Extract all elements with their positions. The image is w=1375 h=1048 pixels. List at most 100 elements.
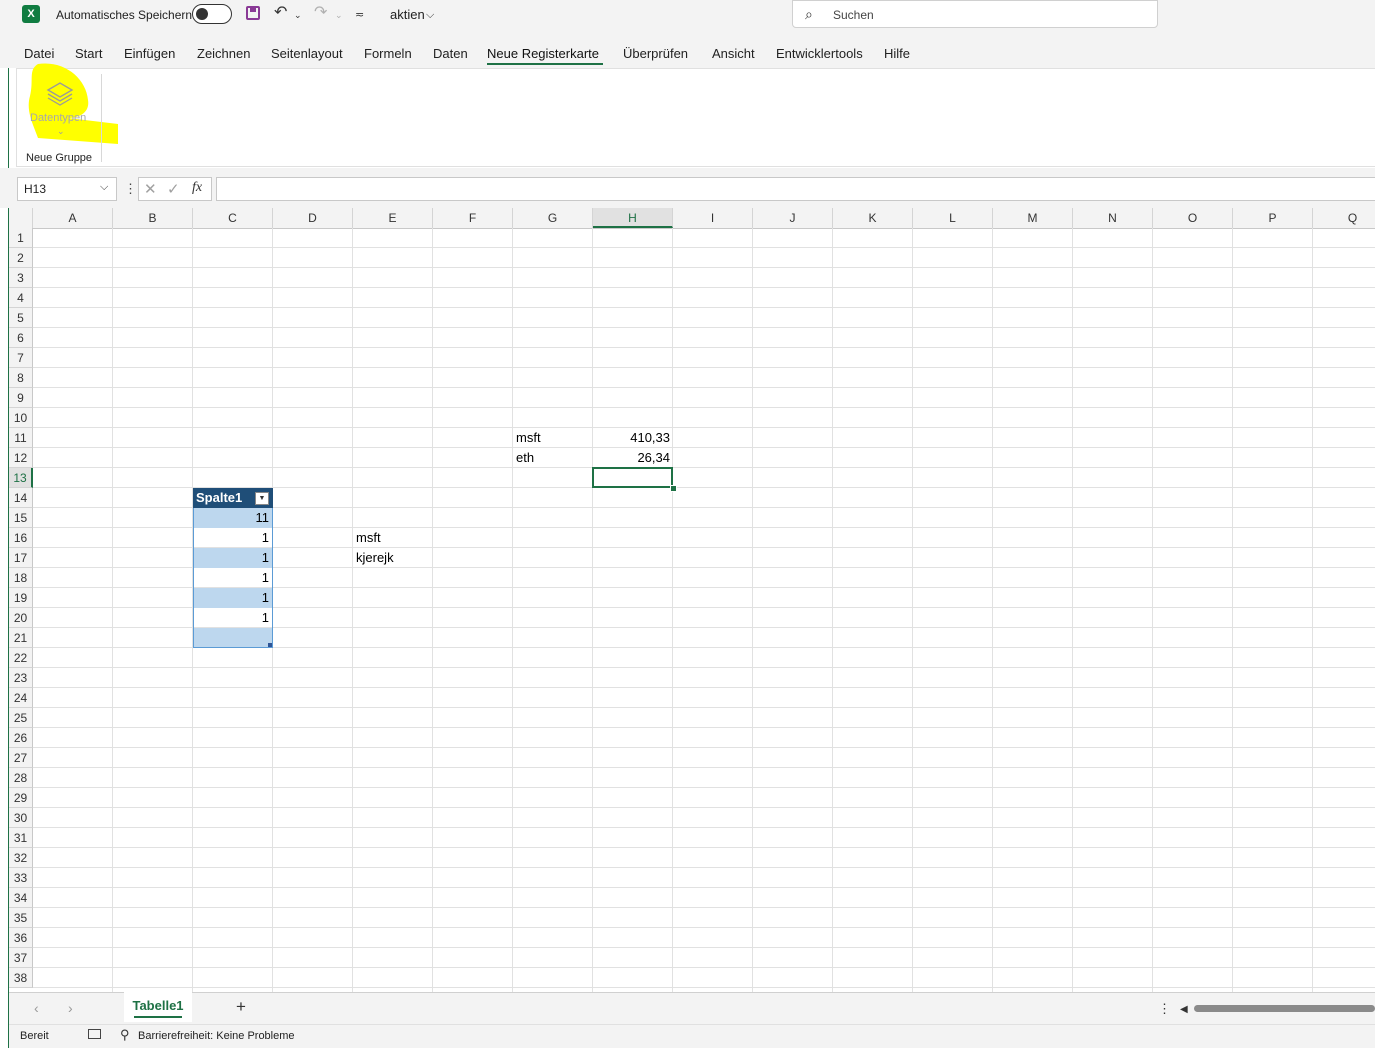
row-header-24[interactable]: 24 <box>9 688 33 708</box>
select-all-corner[interactable] <box>9 208 33 228</box>
table-filter-dropdown-icon[interactable]: ▼ <box>255 492 269 505</box>
row-header-26[interactable]: 26 <box>9 728 33 748</box>
workbook-name-chevron-icon[interactable]: ⌵ <box>426 7 434 23</box>
row-header-21[interactable]: 21 <box>9 628 33 648</box>
autosave-toggle[interactable] <box>192 4 232 24</box>
column-header-q[interactable]: Q <box>1313 208 1375 228</box>
prev-sheet-icon[interactable]: ‹ <box>34 1000 39 1016</box>
undo-dropdown-chevron-icon[interactable]: ⌄ <box>294 7 302 23</box>
horizontal-scrollbar[interactable] <box>1194 1005 1375 1012</box>
row-header-11[interactable]: 11 <box>9 428 33 448</box>
cell-e17[interactable]: kjerejk <box>353 548 433 568</box>
menu-einfuegen[interactable]: Einfügen <box>124 46 175 61</box>
menu-entwicklertools[interactable]: Entwicklertools <box>776 46 863 61</box>
row-header-32[interactable]: 32 <box>9 848 33 868</box>
worksheet-grid[interactable]: ABCDEFGHIJKLMNOPQ 1 2 3 4 5 6 7 8 9 10 11 12 13 14 15 1… <box>9 208 1375 992</box>
menu-ansicht[interactable]: Ansicht <box>712 46 755 61</box>
table-row[interactable]: 1 <box>193 608 273 628</box>
formula-input[interactable] <box>216 177 1375 201</box>
row-header-1[interactable]: 1 <box>9 228 33 248</box>
save-icon[interactable] <box>246 6 260 20</box>
row-header-5[interactable]: 5 <box>9 308 33 328</box>
next-sheet-icon[interactable]: › <box>68 1000 73 1016</box>
column-header-i[interactable]: I <box>673 208 753 228</box>
menu-hilfe[interactable]: Hilfe <box>884 46 910 61</box>
row-header-17[interactable]: 17 <box>9 548 33 568</box>
table-resize-handle[interactable] <box>268 643 272 647</box>
column-header-m[interactable]: M <box>993 208 1073 228</box>
row-header-36[interactable]: 36 <box>9 928 33 948</box>
row-header-25[interactable]: 25 <box>9 708 33 728</box>
formula-bar-options-icon[interactable]: ⋮ <box>124 181 137 197</box>
column-header-f[interactable]: F <box>433 208 513 228</box>
row-header-10[interactable]: 10 <box>9 408 33 428</box>
column-header-o[interactable]: O <box>1153 208 1233 228</box>
table-row[interactable]: 11 <box>193 508 273 528</box>
row-header-20[interactable]: 20 <box>9 608 33 628</box>
row-header-9[interactable]: 9 <box>9 388 33 408</box>
row-header-16[interactable]: 16 <box>9 528 33 548</box>
row-header-28[interactable]: 28 <box>9 768 33 788</box>
undo-icon[interactable]: ↶ <box>274 5 287 21</box>
table-row[interactable]: 1 <box>193 548 273 568</box>
accessibility-icon[interactable]: ⚲ <box>120 1027 130 1043</box>
row-header-4[interactable]: 4 <box>9 288 33 308</box>
column-header-d[interactable]: D <box>273 208 353 228</box>
column-header-k[interactable]: K <box>833 208 913 228</box>
cell-h12[interactable]: 26,34 <box>593 448 673 468</box>
menu-neue-registerkarte[interactable]: Neue Registerkarte <box>487 46 599 61</box>
cell-g12[interactable]: eth <box>513 448 593 468</box>
enter-icon[interactable]: ✓ <box>167 180 180 198</box>
customize-quick-access-icon[interactable]: ≂ <box>355 7 364 23</box>
menu-ueberpruefen[interactable]: Überprüfen <box>623 46 688 61</box>
insert-function-icon[interactable]: fx <box>192 180 202 196</box>
row-header-38[interactable]: 38 <box>9 968 33 988</box>
table-row[interactable]: 1 <box>193 588 273 608</box>
cell-e16[interactable]: msft <box>353 528 433 548</box>
row-header-15[interactable]: 15 <box>9 508 33 528</box>
row-header-23[interactable]: 23 <box>9 668 33 688</box>
table-row[interactable]: 1 <box>193 568 273 588</box>
row-header-34[interactable]: 34 <box>9 888 33 908</box>
row-header-13[interactable]: 13 <box>9 468 33 488</box>
menu-formeln[interactable]: Formeln <box>364 46 412 61</box>
row-header-37[interactable]: 37 <box>9 948 33 968</box>
redo-dropdown-chevron-icon[interactable]: ⌄ <box>335 7 343 23</box>
row-header-12[interactable]: 12 <box>9 448 33 468</box>
add-sheet-button[interactable]: + <box>236 998 246 1015</box>
macro-recording-icon[interactable] <box>88 1029 101 1039</box>
accessibility-status[interactable]: Barrierefreiheit: Keine Probleme <box>138 1030 295 1043</box>
fill-handle[interactable] <box>670 485 677 492</box>
column-header-b[interactable]: B <box>113 208 193 228</box>
row-header-6[interactable]: 6 <box>9 328 33 348</box>
row-header-14[interactable]: 14 <box>9 488 33 508</box>
row-header-2[interactable]: 2 <box>9 248 33 268</box>
row-header-19[interactable]: 19 <box>9 588 33 608</box>
row-header-7[interactable]: 7 <box>9 348 33 368</box>
column-header-g[interactable]: G <box>513 208 593 228</box>
redo-icon[interactable]: ↷ <box>314 5 327 21</box>
column-header-c[interactable]: C <box>193 208 273 228</box>
workbook-name[interactable]: aktien <box>390 8 425 22</box>
scroll-left-icon[interactable]: ◀ <box>1180 1002 1188 1018</box>
menu-zeichnen[interactable]: Zeichnen <box>197 46 250 61</box>
cancel-icon[interactable]: ✕ <box>144 180 157 198</box>
name-box-chevron-icon[interactable]: ⌵ <box>100 181 108 194</box>
row-header-8[interactable]: 8 <box>9 368 33 388</box>
column-header-a[interactable]: A <box>33 208 113 228</box>
menu-daten[interactable]: Daten <box>433 46 468 61</box>
column-header-j[interactable]: J <box>753 208 833 228</box>
table-row[interactable] <box>193 628 273 648</box>
column-header-h[interactable]: H <box>593 208 673 228</box>
row-header-18[interactable]: 18 <box>9 568 33 588</box>
column-header-e[interactable]: E <box>353 208 433 228</box>
tab-options-icon[interactable]: ⋮ <box>1158 1001 1171 1017</box>
datentypen-chevron-icon[interactable]: ⌄ <box>57 126 65 137</box>
search-input[interactable]: ⌕ Suchen <box>792 0 1158 28</box>
row-header-31[interactable]: 31 <box>9 828 33 848</box>
row-header-29[interactable]: 29 <box>9 788 33 808</box>
selected-cell-highlight[interactable] <box>592 467 673 488</box>
cell-h11[interactable]: 410,33 <box>593 428 673 448</box>
menu-start[interactable]: Start <box>75 46 102 61</box>
row-header-33[interactable]: 33 <box>9 868 33 888</box>
